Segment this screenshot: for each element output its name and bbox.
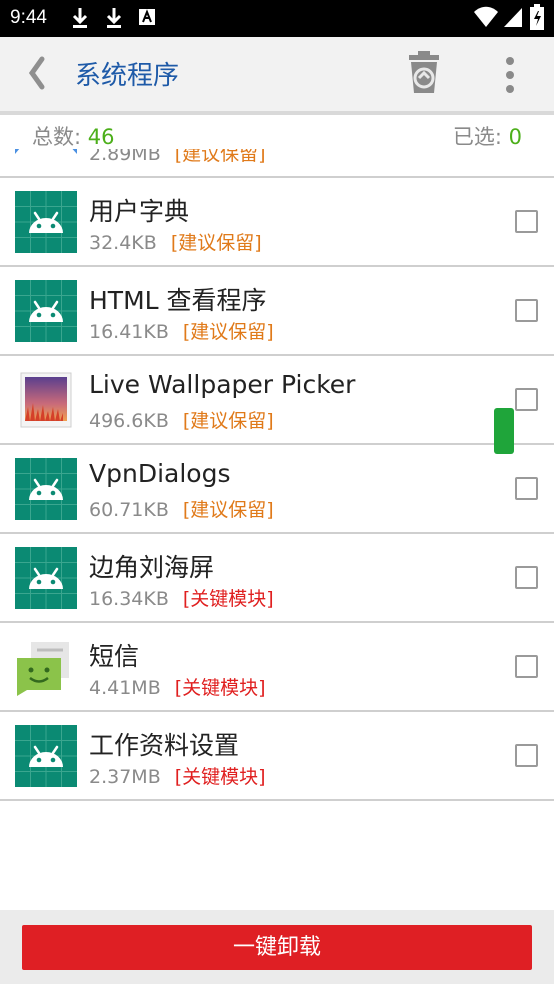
android-icon <box>15 458 77 520</box>
messaging-icon <box>17 642 69 696</box>
list-item[interactable]: VpnDialogs 60.71KB [建议保留] <box>0 445 554 534</box>
list-item[interactable]: HTML 查看程序 16.41KB [建议保留] <box>0 267 554 356</box>
android-icon <box>15 725 77 787</box>
total-count: 总数: 46 <box>32 125 115 149</box>
app-name: HTML 查看程序 <box>89 286 267 315</box>
select-checkbox[interactable] <box>515 210 538 233</box>
app-name: Live Wallpaper Picker <box>89 370 356 399</box>
app-meta: 32.4KB [建议保留] <box>89 232 262 254</box>
download-icon <box>72 8 88 28</box>
select-checkbox[interactable] <box>515 299 538 322</box>
summary-bar: 总数: 46 已选: 0 <box>0 111 554 149</box>
download-icon <box>106 8 122 28</box>
status-time: 9:44 <box>10 7 47 28</box>
list-item[interactable]: 边角刘海屏 16.34KB [关键模块] <box>0 534 554 623</box>
app-meta: 496.6KB [建议保留] <box>89 410 274 432</box>
more-options-icon[interactable] <box>500 55 520 95</box>
wifi-icon <box>474 6 498 27</box>
list-item[interactable]: 工作资料设置 2.37MB [关键模块] <box>0 712 554 801</box>
status-bar: 9:44 <box>0 0 554 37</box>
select-checkbox[interactable] <box>515 388 538 411</box>
select-checkbox[interactable] <box>515 655 538 678</box>
app-name: 短信 <box>89 642 140 671</box>
app-meta: 16.41KB [建议保留] <box>89 321 274 343</box>
select-checkbox[interactable] <box>515 477 538 500</box>
select-checkbox[interactable] <box>515 744 538 767</box>
android-icon <box>15 191 77 253</box>
page-title: 系统程序 <box>75 61 180 91</box>
gallery-icon <box>15 149 77 164</box>
app-name: 工作资料设置 <box>89 731 240 760</box>
app-name: 边角刘海屏 <box>89 553 215 582</box>
text-notification-icon <box>139 9 155 25</box>
list-item[interactable]: 用户字典 32.4KB [建议保留] <box>0 178 554 267</box>
battery-icon <box>530 4 544 30</box>
one-click-uninstall-button[interactable]: 一键卸载 <box>22 925 532 970</box>
app-toolbar: 系统程序 <box>0 37 554 111</box>
app-name: 用户字典 <box>89 197 190 226</box>
back-chevron-icon[interactable] <box>22 53 52 93</box>
select-checkbox[interactable] <box>515 566 538 589</box>
app-meta: 2.37MB [关键模块] <box>89 766 266 788</box>
app-list[interactable]: 图库 2.89MB[建议保留] 用户字典 32.4KB[建议保留] <box>0 149 554 824</box>
recycle-bin-icon[interactable] <box>407 51 441 95</box>
app-meta: 2.89MB [建议保留] <box>89 149 266 165</box>
app-meta: 16.34KB [关键模块] <box>89 588 274 610</box>
selected-count: 已选: 0 <box>452 125 522 149</box>
list-item[interactable]: Live Wallpaper Picker 496.6KB [建议保留] <box>0 356 554 445</box>
wallpaper-icon <box>20 372 72 428</box>
list-item[interactable]: 短信 4.41MB [关键模块] <box>0 623 554 712</box>
android-icon <box>15 280 77 342</box>
app-name: VpnDialogs <box>89 459 231 488</box>
app-meta: 60.71KB [建议保留] <box>89 499 274 521</box>
android-icon <box>15 547 77 609</box>
app-meta: 4.41MB [关键模块] <box>89 677 266 699</box>
footer-bar: 一键卸载 <box>0 910 554 984</box>
list-item[interactable]: 图库 2.89MB[建议保留] <box>0 149 554 178</box>
fast-scroll-thumb[interactable] <box>494 408 514 454</box>
signal-icon <box>504 8 522 27</box>
